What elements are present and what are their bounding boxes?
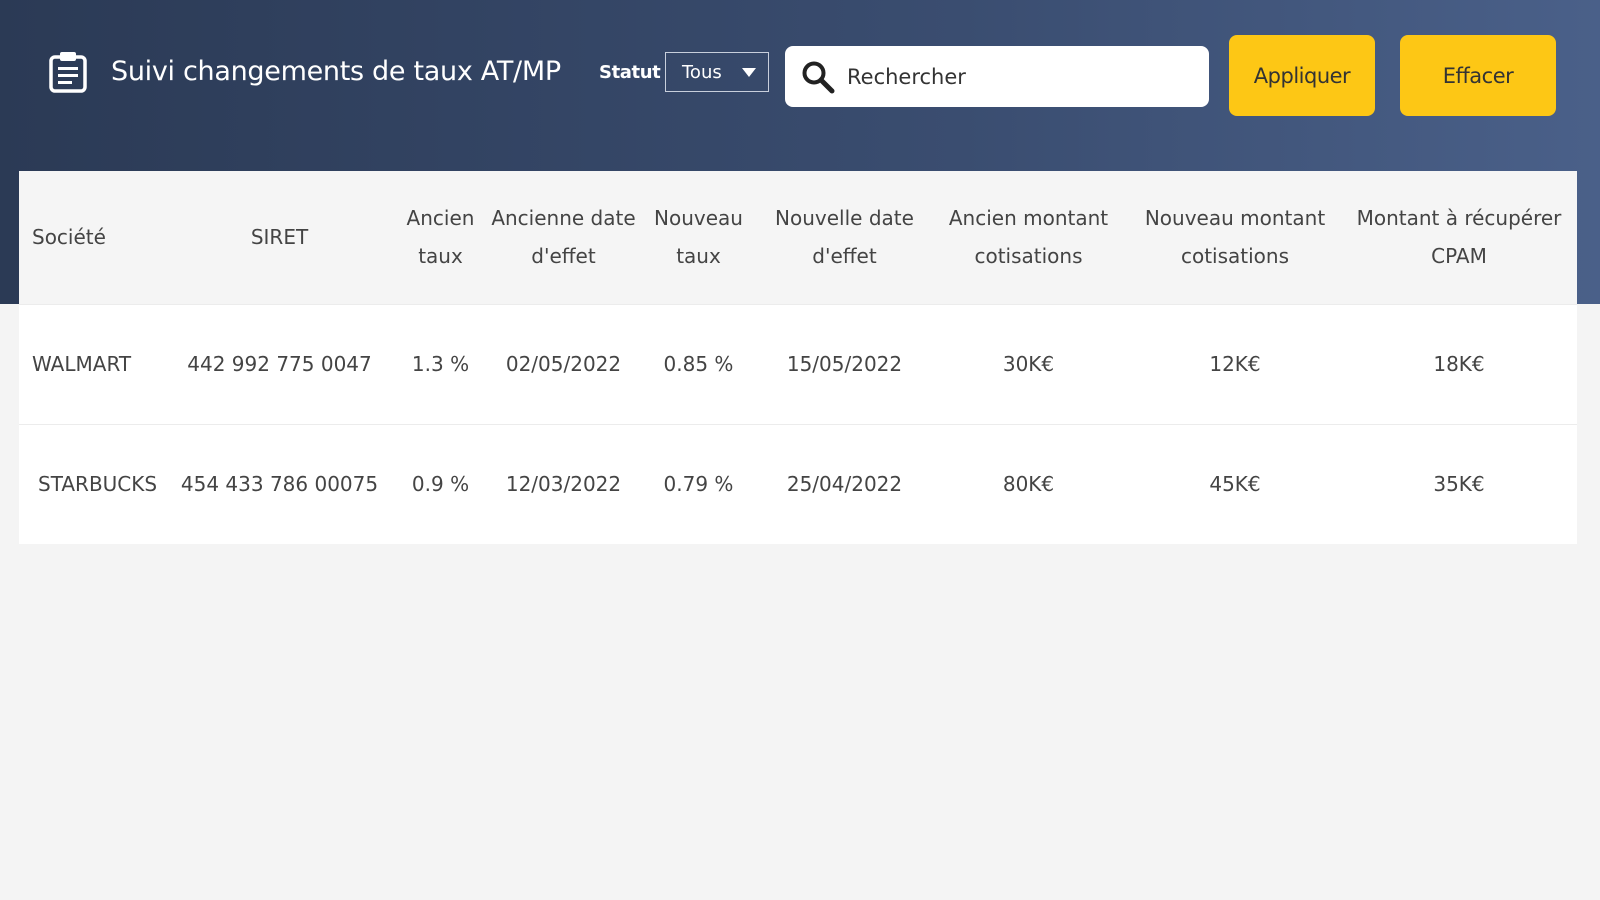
rates-table: Société SIRET Ancien taux Ancienne date … — [19, 171, 1577, 544]
cell-siret: 442 992 775 0047 — [187, 352, 372, 376]
column-header-nouveau-montant[interactable]: Nouveau montant cotisations — [1129, 171, 1341, 304]
cell-nouveau-montant: 12K€ — [1209, 352, 1261, 376]
cell-nouveau-taux: 0.79 % — [663, 472, 734, 497]
cell-ancien-taux: 0.9 % — [411, 472, 470, 497]
search-box[interactable] — [785, 46, 1209, 107]
table-row[interactable]: WALMART 442 992 775 0047 1.3 % 02/05/202… — [19, 304, 1577, 424]
cell-montant-cpam: 35K€ — [1433, 472, 1485, 497]
table-header-row: Société SIRET Ancien taux Ancienne date … — [19, 171, 1577, 304]
page-title: Suivi changements de taux AT/MP — [111, 56, 561, 87]
cell-nouveau-taux: 0.85 % — [663, 352, 734, 376]
column-header-ancien-montant[interactable]: Ancien montant cotisations — [928, 171, 1129, 304]
cell-ancien-montant: 30K€ — [1002, 352, 1055, 376]
table-row[interactable]: STARBUCKS 454 433 786 00075 0.9 % 12/03/… — [19, 424, 1577, 544]
column-header-montant-cpam[interactable]: Montant à récupérer CPAM — [1341, 171, 1577, 304]
column-header-nouvelle-date[interactable]: Nouvelle date d'effet — [761, 171, 928, 304]
cell-ancien-taux: 1.3 % — [411, 352, 470, 376]
search-icon — [802, 61, 835, 93]
cell-ancien-montant: 80K€ — [1002, 472, 1055, 497]
status-label: Statut — [599, 62, 661, 83]
cell-ancienne-date: 02/05/2022 — [505, 352, 622, 376]
status-select-value: Tous — [682, 61, 722, 83]
chevron-down-icon — [742, 68, 756, 77]
column-header-ancienne-date[interactable]: Ancienne date d'effet — [491, 171, 636, 304]
cell-siret: 454 433 786 00075 — [180, 472, 379, 497]
column-header-ancien-taux[interactable]: Ancien taux — [390, 171, 491, 304]
column-header-nouveau-taux[interactable]: Nouveau taux — [636, 171, 761, 304]
cell-nouveau-montant: 45K€ — [1209, 472, 1261, 497]
column-header-societe[interactable]: Société — [19, 171, 169, 304]
column-header-siret[interactable]: SIRET — [169, 171, 390, 304]
apply-button[interactable]: Appliquer — [1229, 35, 1375, 116]
cell-ancienne-date: 12/03/2022 — [505, 472, 622, 497]
cell-montant-cpam: 18K€ — [1433, 352, 1485, 376]
cell-nouvelle-date: 15/05/2022 — [786, 352, 903, 376]
search-input[interactable] — [847, 64, 1187, 89]
clipboard-icon — [49, 52, 87, 93]
cell-societe: STARBUCKS — [38, 472, 158, 497]
rates-table-container: Société SIRET Ancien taux Ancienne date … — [19, 171, 1577, 544]
clear-button[interactable]: Effacer — [1400, 35, 1556, 116]
cell-societe: WALMART — [32, 352, 132, 376]
cell-nouvelle-date: 25/04/2022 — [786, 472, 903, 497]
status-select[interactable]: Tous — [665, 52, 769, 92]
